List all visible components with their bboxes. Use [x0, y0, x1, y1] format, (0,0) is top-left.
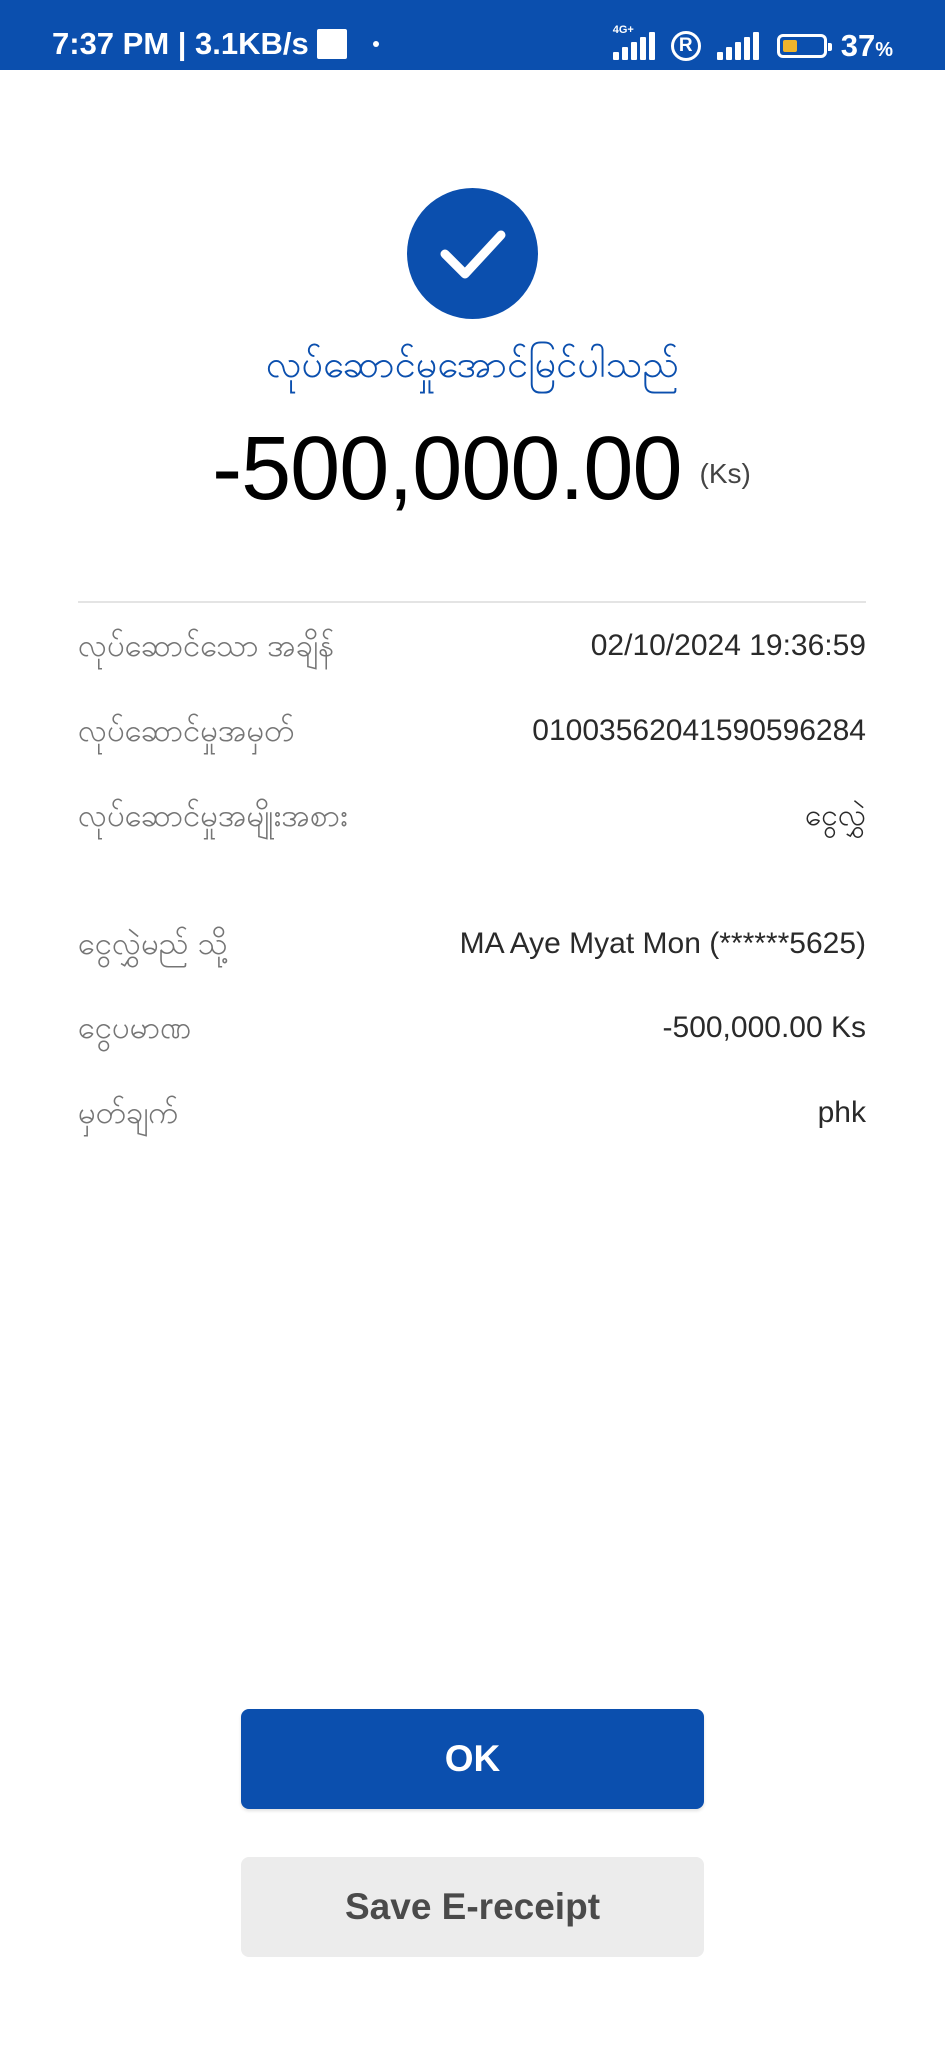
- network-type: 4G+: [612, 24, 634, 36]
- battery-fill: [782, 40, 797, 52]
- divider: [78, 601, 866, 603]
- detail-value: 01003562041590596284: [532, 714, 866, 747]
- check-icon: [440, 230, 506, 279]
- amount-currency: (Ks): [699, 457, 751, 489]
- battery-icon: [776, 34, 832, 58]
- notification-dot-icon: [372, 41, 379, 47]
- detail-value: -500,000.00 Ks: [662, 1011, 866, 1044]
- save-e-receipt-button[interactable]: Save E-receipt: [241, 1857, 704, 1957]
- detail-value: ငွေလွှဲ: [804, 799, 866, 832]
- signal-4g-icon: 4G+: [612, 24, 655, 60]
- battery-percent-value: 37: [840, 28, 876, 63]
- detail-label: လုပ်ဆောင်သော အချိန်: [78, 628, 335, 663]
- status-bar: 7:37 PM | 3.1KB/s 4G+ R 37%: [0, 0, 945, 70]
- status-left: 7:37 PM | 3.1KB/s: [52, 0, 379, 90]
- detail-label: ငွေလွှဲမည် သို့: [78, 926, 228, 961]
- detail-label: မှတ်ချက်: [78, 1095, 179, 1130]
- status-right: 4G+ R 37%: [612, 0, 893, 92]
- detail-label: ငွေပမာဏ: [78, 1010, 192, 1045]
- signal-icon: [716, 32, 759, 60]
- amount-value: -500,000.00: [212, 419, 682, 519]
- ok-button[interactable]: OK: [241, 1709, 704, 1809]
- status-time-speed: 7:37 PM | 3.1KB/s: [52, 26, 309, 61]
- detail-label: လုပ်ဆောင်မှုအမျိုးအစား: [78, 798, 348, 833]
- detail-value: 02/10/2024 19:36:59: [590, 629, 866, 662]
- detail-row-recipient: ငွေလွှဲမည် သို့ MA Aye Myat Mon (******5…: [78, 923, 866, 965]
- success-check-icon: [407, 188, 538, 319]
- amount-row: -500,000.00 (Ks): [0, 418, 945, 521]
- roaming-icon: R: [670, 31, 701, 61]
- detail-value: MA Aye Myat Mon (******5625): [459, 927, 866, 960]
- detail-row-time: လုပ်ဆောင်သော အချိန် 02/10/2024 19:36:59: [78, 625, 866, 667]
- detail-row-transaction-type: လုပ်ဆောင်မှုအမျိုးအစား ငွေလွှဲ: [78, 795, 866, 837]
- notification-icon: [316, 29, 347, 59]
- detail-row-note: မှတ်ချက် phk: [78, 1092, 866, 1134]
- detail-row-amount: ငွေပမာဏ -500,000.00 Ks: [78, 1007, 866, 1049]
- battery-percent-unit: %: [875, 39, 893, 61]
- detail-label: လုပ်ဆောင်မှုအမှတ်: [78, 713, 295, 748]
- battery-percent: 37%: [841, 28, 893, 64]
- detail-row-transaction-id: လုပ်ဆောင်မှုအမှတ် 01003562041590596284: [78, 710, 866, 752]
- success-message: လုပ်ဆောင်မှုအောင်မြင်ပါသည်: [265, 344, 680, 386]
- detail-value: phk: [817, 1096, 866, 1129]
